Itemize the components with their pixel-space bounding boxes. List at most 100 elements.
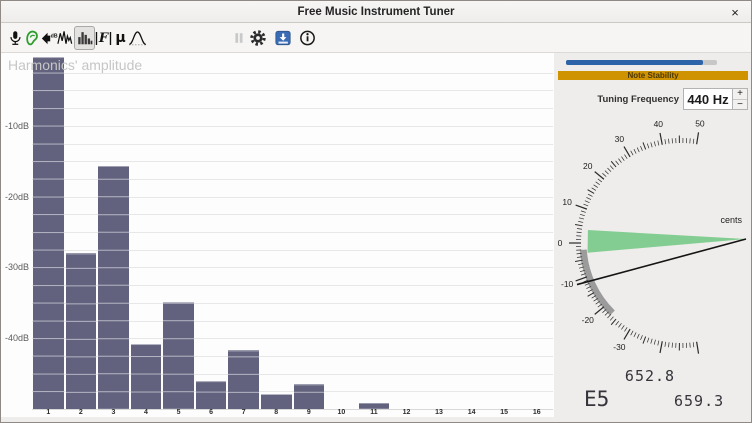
x-axis-tick-label: 16 (520, 409, 553, 419)
toolbar-info-button[interactable] (299, 26, 316, 50)
info-icon (298, 28, 317, 48)
tuning-decrement-button[interactable]: − (733, 100, 747, 110)
gauge-tick (637, 334, 639, 339)
toolbar-microphone-button[interactable] (6, 26, 23, 50)
x-axis-tick-label: 10 (325, 409, 358, 419)
y-axis-tick-label: -10dB (1, 121, 29, 131)
chart-title: Harmonics' amplitude (8, 57, 142, 73)
window-title: Free Music Instrument Tuner (298, 6, 455, 18)
measured-frequency-readout: 652.8 (612, 367, 688, 385)
harmonic-bar-8 (261, 394, 292, 409)
pause-icon (231, 28, 247, 48)
gauge-tick (610, 166, 613, 170)
gauge-tick (697, 342, 699, 354)
gauge-tick (595, 307, 604, 315)
tuner-panel: Note Stability Tuning Frequency 440 Hz +… (554, 53, 752, 423)
gauge-tick (643, 337, 646, 344)
toolbar-record-save-button[interactable] (274, 26, 291, 50)
gauge-tick-label: 20 (583, 161, 593, 171)
gauge-tick (618, 159, 621, 163)
toolbar-speaker-volume-button[interactable]: dB (40, 26, 57, 50)
gauge-tick-label: 50 (695, 118, 705, 128)
gauge-tick (611, 161, 616, 167)
gauge-tick (668, 139, 669, 144)
gauge-tick (576, 205, 587, 209)
gauge-tick (583, 204, 588, 206)
gauge-tick (577, 232, 582, 233)
gauge-tick (602, 309, 606, 312)
gauge-tick (637, 148, 639, 153)
gauge-tick (594, 185, 598, 188)
gauge-tick-label: 30 (615, 134, 625, 144)
gauge-tick (581, 211, 586, 213)
toolbar-histogram-button[interactable] (74, 26, 95, 50)
gauge-tick (621, 157, 624, 161)
gauge-tick (631, 151, 633, 155)
gauge-tick (588, 194, 592, 196)
y-axis-tick-label: -40dB (1, 333, 29, 343)
gauge-tick (624, 327, 627, 331)
gauge-tick (605, 312, 609, 315)
gauge-tick (592, 188, 596, 191)
toolbar-ear-listen-button[interactable] (23, 26, 40, 50)
volume-progress-bar (566, 60, 717, 65)
tuning-frequency-label: Tuning Frequency (554, 94, 679, 105)
y-axis-tick-label: -30dB (1, 262, 29, 272)
gauge-tick (651, 142, 652, 147)
gauge-tick (641, 146, 643, 151)
x-axis-tick-label: 11 (358, 409, 391, 419)
gauge-tick (697, 132, 699, 144)
gauge-tick (585, 201, 590, 203)
toolbar-gaussian-curve-button[interactable] (129, 26, 146, 50)
harmonic-bar-5 (163, 302, 194, 409)
cents-unit-label: cents (720, 215, 742, 225)
gauge-tick (647, 338, 649, 343)
statistics-mu-icon: μ (115, 30, 125, 46)
volume-progress-fill (566, 60, 703, 65)
gauge-tick (654, 340, 655, 345)
gauge-tick-label: -30 (613, 342, 626, 352)
gauge-tick (579, 218, 584, 219)
gauge-tick-label: 10 (562, 197, 572, 207)
settings-gear-icon (248, 28, 268, 48)
gridline (32, 126, 553, 127)
x-axis-tick-label: 12 (390, 409, 423, 419)
gauge-tick (634, 149, 636, 153)
gauge-tick (602, 173, 606, 176)
gauge-tick-label: 0 (558, 238, 563, 248)
x-axis-tick-label: 5 (162, 409, 195, 419)
gauge-tick (605, 171, 609, 174)
gaussian-curve-icon (127, 28, 148, 48)
toolbar-pause-button (230, 26, 247, 50)
gridline (32, 161, 553, 162)
gauge-tick (607, 314, 611, 318)
tuning-increment-button[interactable]: + (733, 89, 747, 100)
gridline (32, 144, 553, 145)
toolbar-waveform-button[interactable] (57, 26, 74, 50)
tuning-frequency-spinner: + − (732, 88, 748, 110)
gauge-tick (575, 225, 582, 226)
harmonic-bar-2 (66, 253, 97, 409)
x-axis-tick-label: 2 (65, 409, 98, 419)
harmonic-bar-3 (98, 166, 129, 409)
gauge-tick (647, 144, 649, 149)
gauge-tick (610, 317, 613, 321)
tuning-wedge (588, 230, 746, 253)
gauge-tick (654, 141, 655, 146)
gauge-tick (616, 161, 619, 165)
note-name-readout: E5 (584, 387, 624, 411)
gauge-tick (580, 214, 585, 215)
gauge-tick (665, 342, 666, 347)
y-axis-tick-label: -20dB (1, 192, 29, 202)
tuning-frequency-value[interactable]: 440 Hz (683, 88, 732, 110)
gauge-tick (634, 332, 636, 336)
gauge-tick (668, 342, 669, 347)
gauge-tick (595, 172, 604, 180)
gauge-tick (588, 190, 595, 194)
toolbar-settings-gear-button[interactable] (249, 26, 266, 50)
x-axis-tick-label: 14 (455, 409, 488, 419)
toolbar-fourier-transform-button[interactable]: |F| (95, 26, 112, 50)
close-button[interactable]: × (726, 1, 744, 23)
x-axis-tick-label: 3 (97, 409, 130, 419)
gridline (32, 90, 553, 91)
